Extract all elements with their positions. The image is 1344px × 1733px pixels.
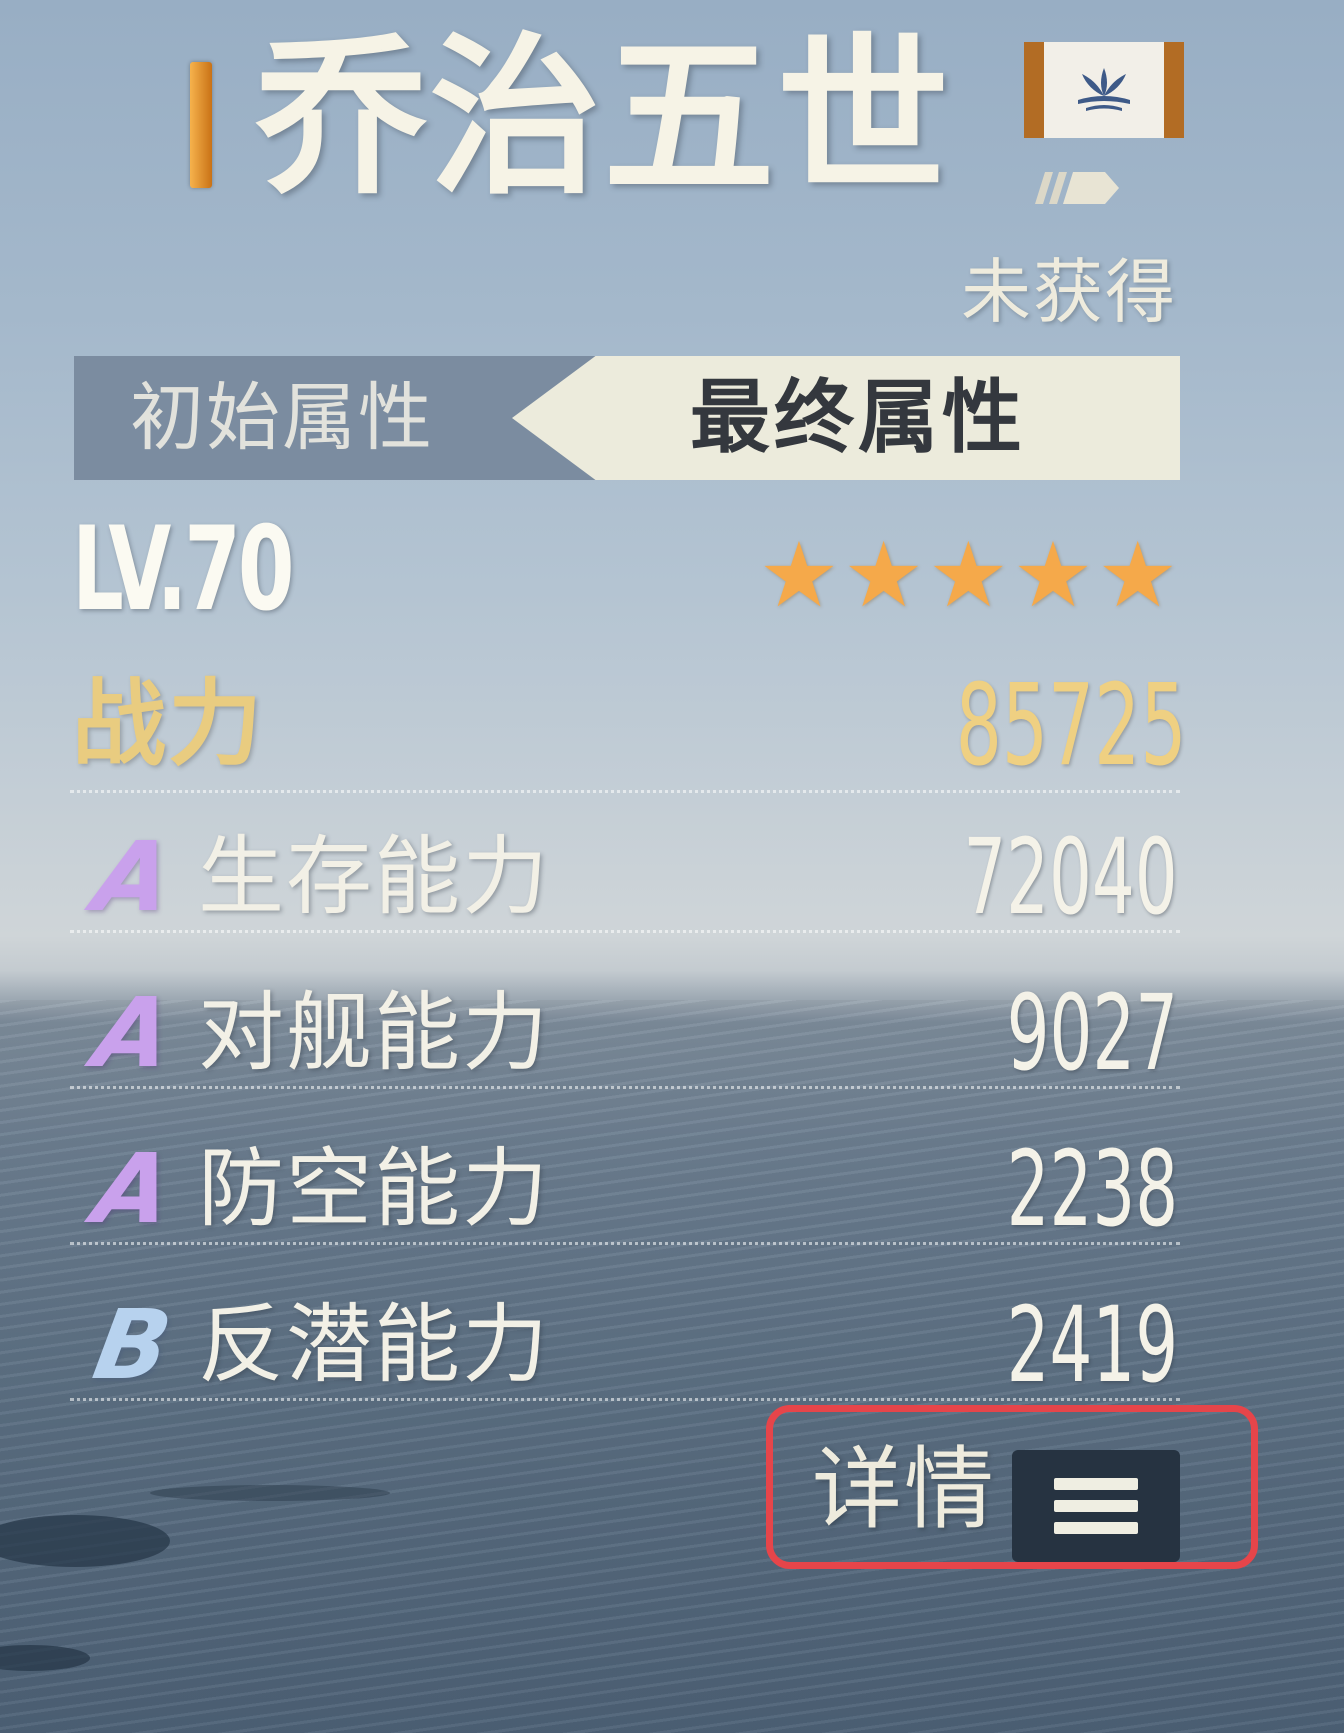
- acquired-status: 未获得: [961, 251, 1177, 333]
- nation-flag-icon: [1024, 42, 1184, 138]
- stat-grade: A: [86, 821, 181, 933]
- divider: [70, 790, 1180, 793]
- stat-value: 72040: [963, 816, 1178, 938]
- ship-name: 乔治五世: [255, 17, 951, 218]
- tab-initial-label[interactable]: 初始属性: [130, 356, 510, 480]
- tab-final-label[interactable]: 最终属性: [690, 356, 1130, 480]
- stat-name: 反潜能力: [198, 1295, 550, 1395]
- divider: [70, 1242, 1180, 1245]
- rarity-stars: ★★★★★: [758, 523, 1182, 628]
- divider: [70, 930, 1180, 933]
- rarity-bar: [190, 62, 212, 188]
- divider: [70, 1398, 1180, 1401]
- stat-grade: A: [86, 977, 181, 1089]
- divider: [70, 1086, 1180, 1089]
- flag-emblem-icon: [1078, 68, 1130, 111]
- stat-name: 防空能力: [198, 1139, 550, 1239]
- ship-class-icon: [1035, 172, 1119, 204]
- stat-value: 2238: [1006, 1128, 1178, 1250]
- combat-power-label: 战力: [72, 670, 265, 779]
- level-label: LV.70: [72, 502, 294, 637]
- wave-shadow: [150, 1485, 390, 1501]
- details-button[interactable]: [1012, 1450, 1180, 1562]
- stat-name: 生存能力: [198, 827, 550, 927]
- combat-power-value: 85725: [955, 661, 1186, 791]
- stat-name: 对舰能力: [198, 983, 550, 1083]
- details-label[interactable]: 详情: [812, 1440, 996, 1540]
- stat-value: 2419: [1006, 1284, 1178, 1406]
- stat-value: 9027: [1006, 972, 1178, 1094]
